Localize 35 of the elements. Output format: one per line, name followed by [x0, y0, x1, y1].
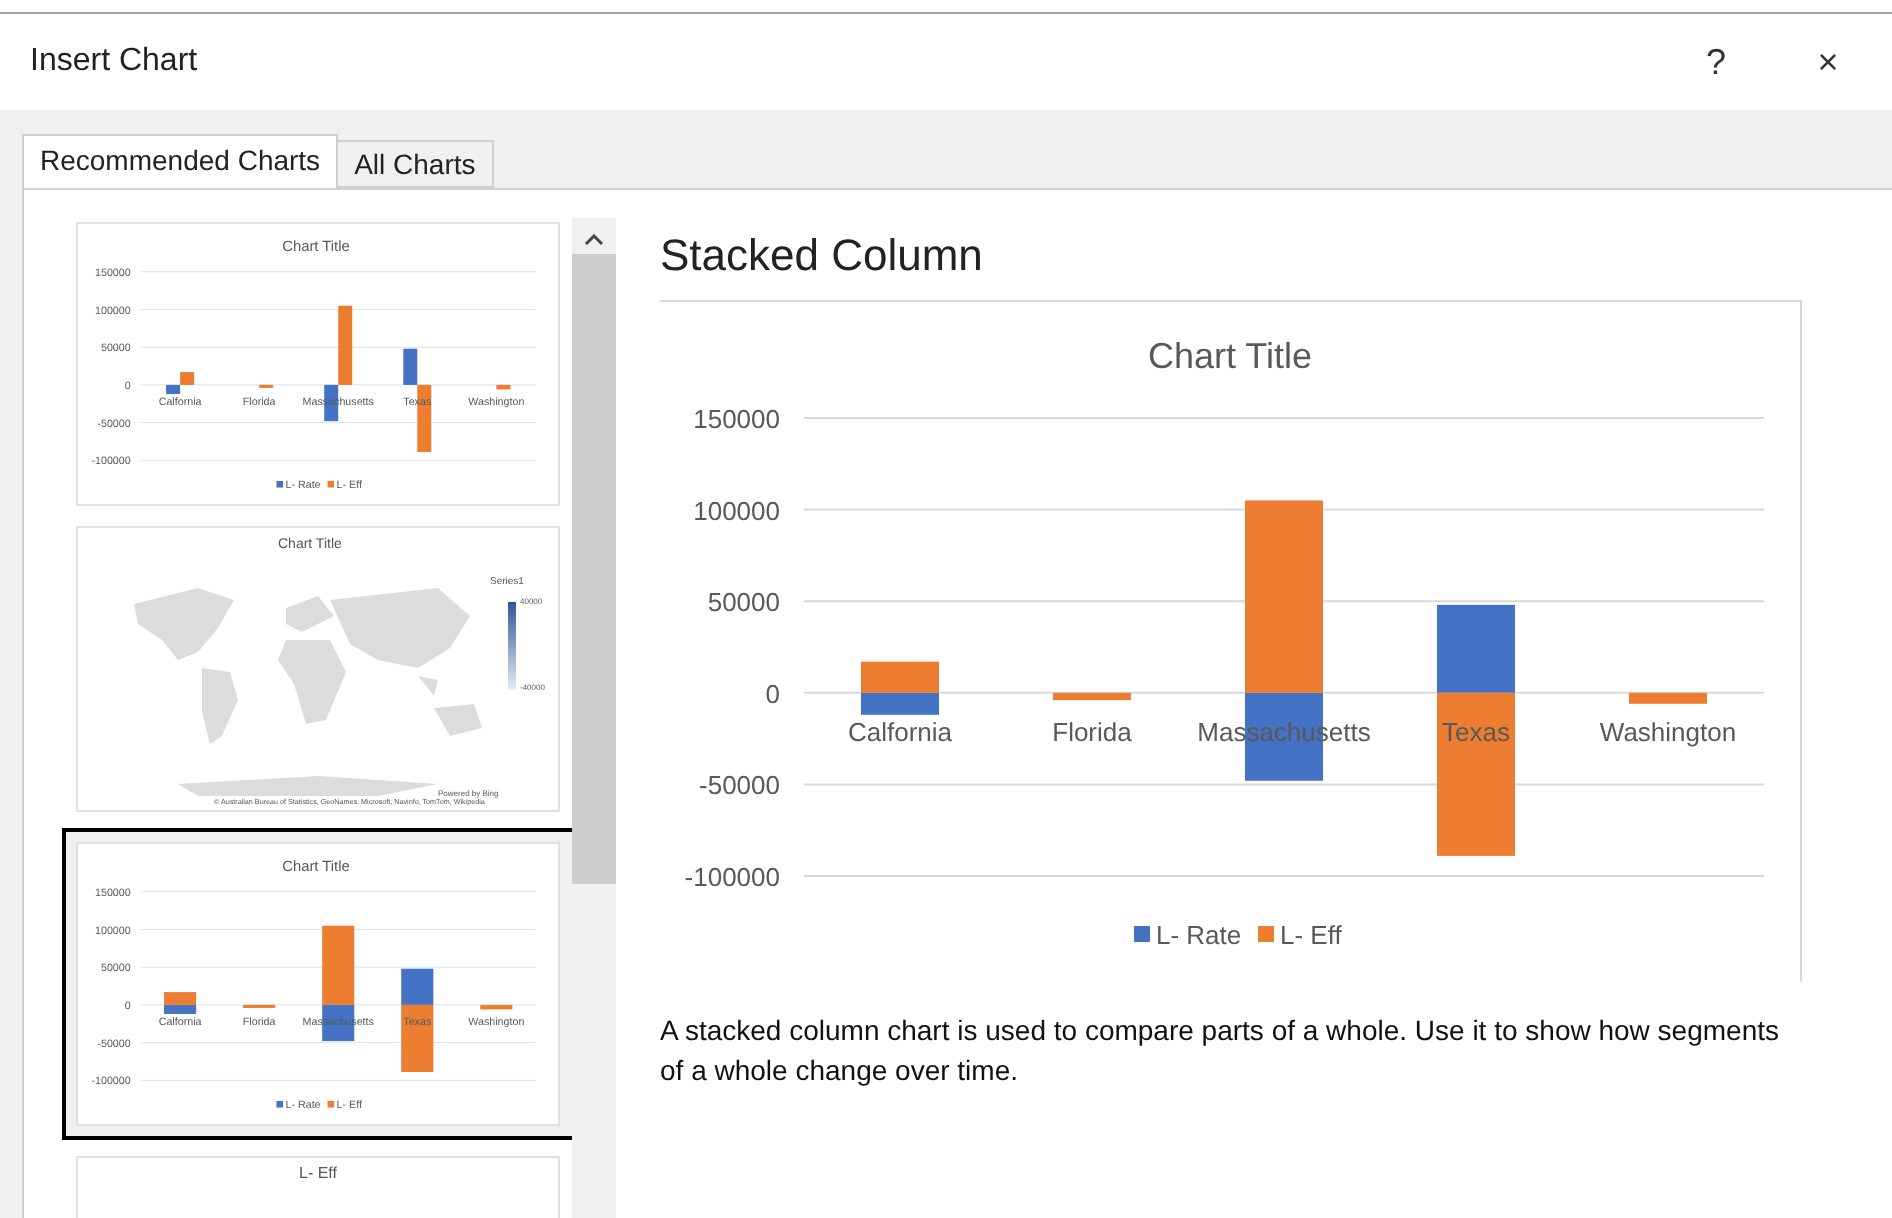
chart-title: Chart Title [1147, 336, 1313, 376]
axis-tick-label: -50000 [699, 770, 780, 801]
chart-title: Chart Title [282, 237, 350, 256]
bar [861, 692, 939, 715]
help-button[interactable]: ? [1676, 30, 1756, 94]
legend-label: L- Eff [1280, 920, 1343, 950]
bar [496, 384, 511, 390]
axis-tick-label: 100000 [693, 495, 780, 526]
category-label: Florida [1052, 716, 1132, 747]
axis-tick-label: -100000 [684, 862, 780, 892]
legend-label: L- Rate [1156, 920, 1242, 950]
category-label: Calfornia [847, 716, 953, 747]
axis-tick-label: 0 [765, 678, 780, 709]
chart-title: L- Eff [299, 1164, 337, 1182]
scroll-up-icon[interactable] [584, 234, 604, 246]
chart-description: A stacked column chart is used to compare parts of a whole. Use it to show how segments of a whole change over time. [660, 1012, 1781, 1090]
legend-item: L- Rate [1134, 920, 1242, 950]
bar [1053, 692, 1131, 701]
legend-item: L- Eff [1258, 920, 1342, 950]
tab[interactable]: All Charts [336, 140, 494, 188]
category-label: Washington [1599, 716, 1737, 747]
window-title: Insert Chart [30, 44, 200, 80]
scrollbar[interactable] [572, 218, 616, 1218]
chart-thumbnail[interactable]: L- Eff [76, 1156, 560, 1218]
bar [861, 661, 939, 693]
scroll-thumb[interactable] [572, 254, 616, 884]
chart-type-name: Stacked Column [660, 230, 985, 282]
axis-tick-label: 50000 [707, 587, 780, 618]
tab[interactable]: Recommended Charts [22, 134, 339, 188]
chart-title: Chart Title [282, 857, 350, 876]
bar [1629, 692, 1707, 704]
axis-tick-label: 150000 [693, 404, 780, 434]
category-label: Texas [1442, 716, 1510, 747]
bar [480, 1004, 513, 1010]
close-button[interactable]: × [1788, 30, 1868, 94]
